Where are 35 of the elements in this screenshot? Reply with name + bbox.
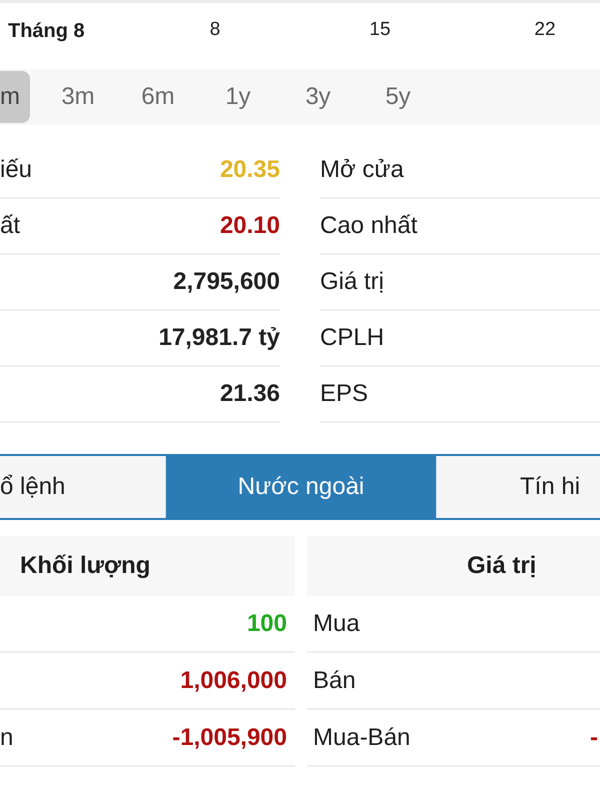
stat-value: 21.36 [220,379,280,409]
detail-tab[interactable]: Tín hi [437,456,600,518]
period-tab[interactable]: 6m [118,71,198,123]
stat-label: CPLH [320,323,384,353]
row-label: n [0,722,14,752]
stat-label: ất [0,211,20,241]
period-tab[interactable]: 3m [38,71,118,123]
period-tab[interactable]: m [0,71,30,123]
column-header: Khối lượng [0,536,295,596]
period-tab[interactable]: 3y [278,71,358,123]
row-label: Mua [313,608,360,638]
stat-value: 20.35 [220,155,280,185]
stat-value: 20.10 [220,211,280,241]
day-label: 22 [534,18,556,42]
detail-tab[interactable]: ổ lệnh [0,456,165,518]
period-tab[interactable]: 5y [358,71,438,123]
month-label: Tháng 8 [8,18,85,44]
column-header: Giá trị [307,536,600,596]
stat-label: Cao nhất [320,211,418,241]
detail-tab[interactable]: Nước ngoài [166,456,436,518]
day-label: 15 [369,18,391,42]
stat-label: EPS [320,379,368,409]
day-label: 8 [210,18,220,42]
row-label: Mua-Bán [313,722,410,752]
volume-value: -1,005,900 [172,722,287,752]
stat-label: iếu [0,155,32,185]
stat-label: Mở cửa [320,155,404,185]
period-tab[interactable]: 1y [198,71,278,123]
volume-value: 1,006,000 [180,666,287,696]
volume-value: 100 [246,608,287,638]
row-label: Bán [313,666,356,696]
value-amount: - [590,722,598,752]
stat-label: Giá trị [320,267,384,297]
stat-value: 17,981.7 tỷ [158,323,280,353]
stat-value: 2,795,600 [173,267,280,297]
